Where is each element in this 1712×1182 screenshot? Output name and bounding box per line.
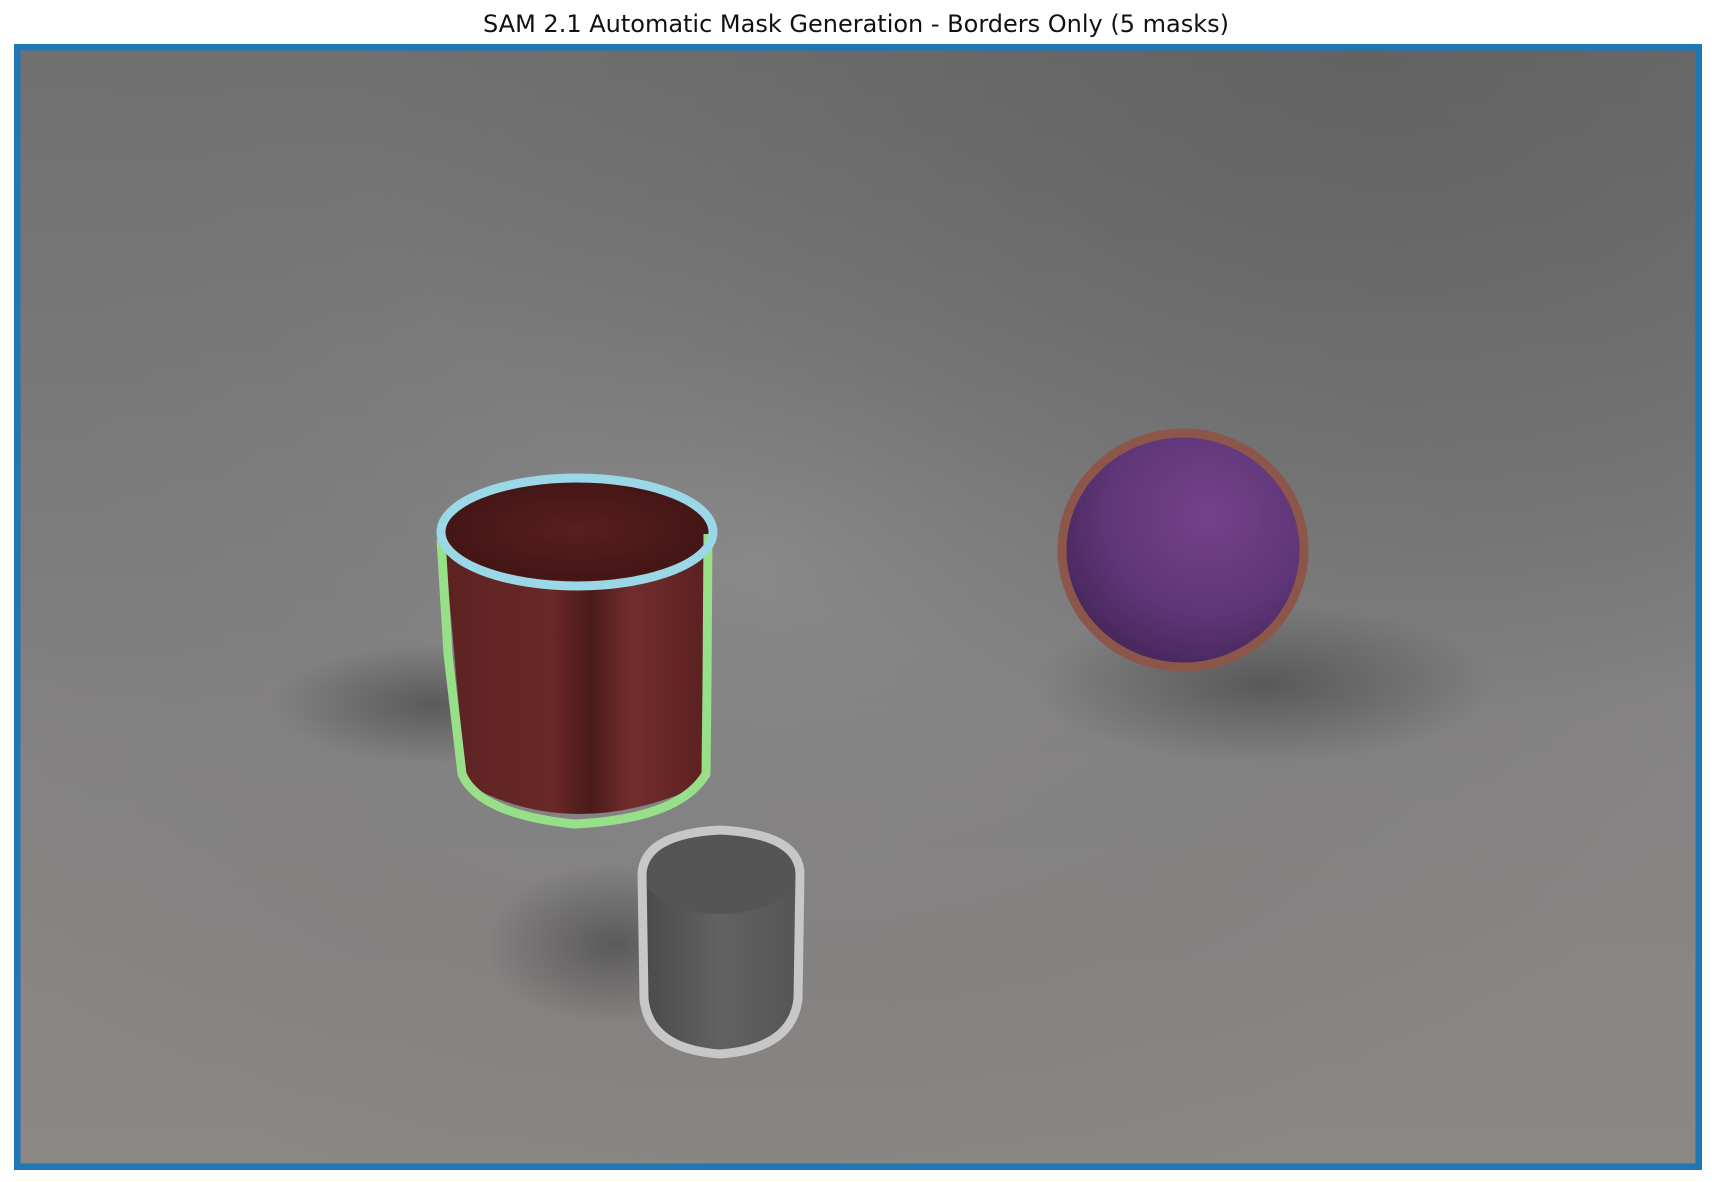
- scene-canvas: [14, 44, 1702, 1170]
- red-cylinder: [436, 473, 718, 829]
- gray-cylinder: [637, 825, 805, 1059]
- purple-sphere: [1057, 428, 1309, 672]
- figure-title: SAM 2.1 Automatic Mask Generation - Bord…: [482, 10, 1229, 38]
- segmented-scene-image: [14, 44, 1702, 1170]
